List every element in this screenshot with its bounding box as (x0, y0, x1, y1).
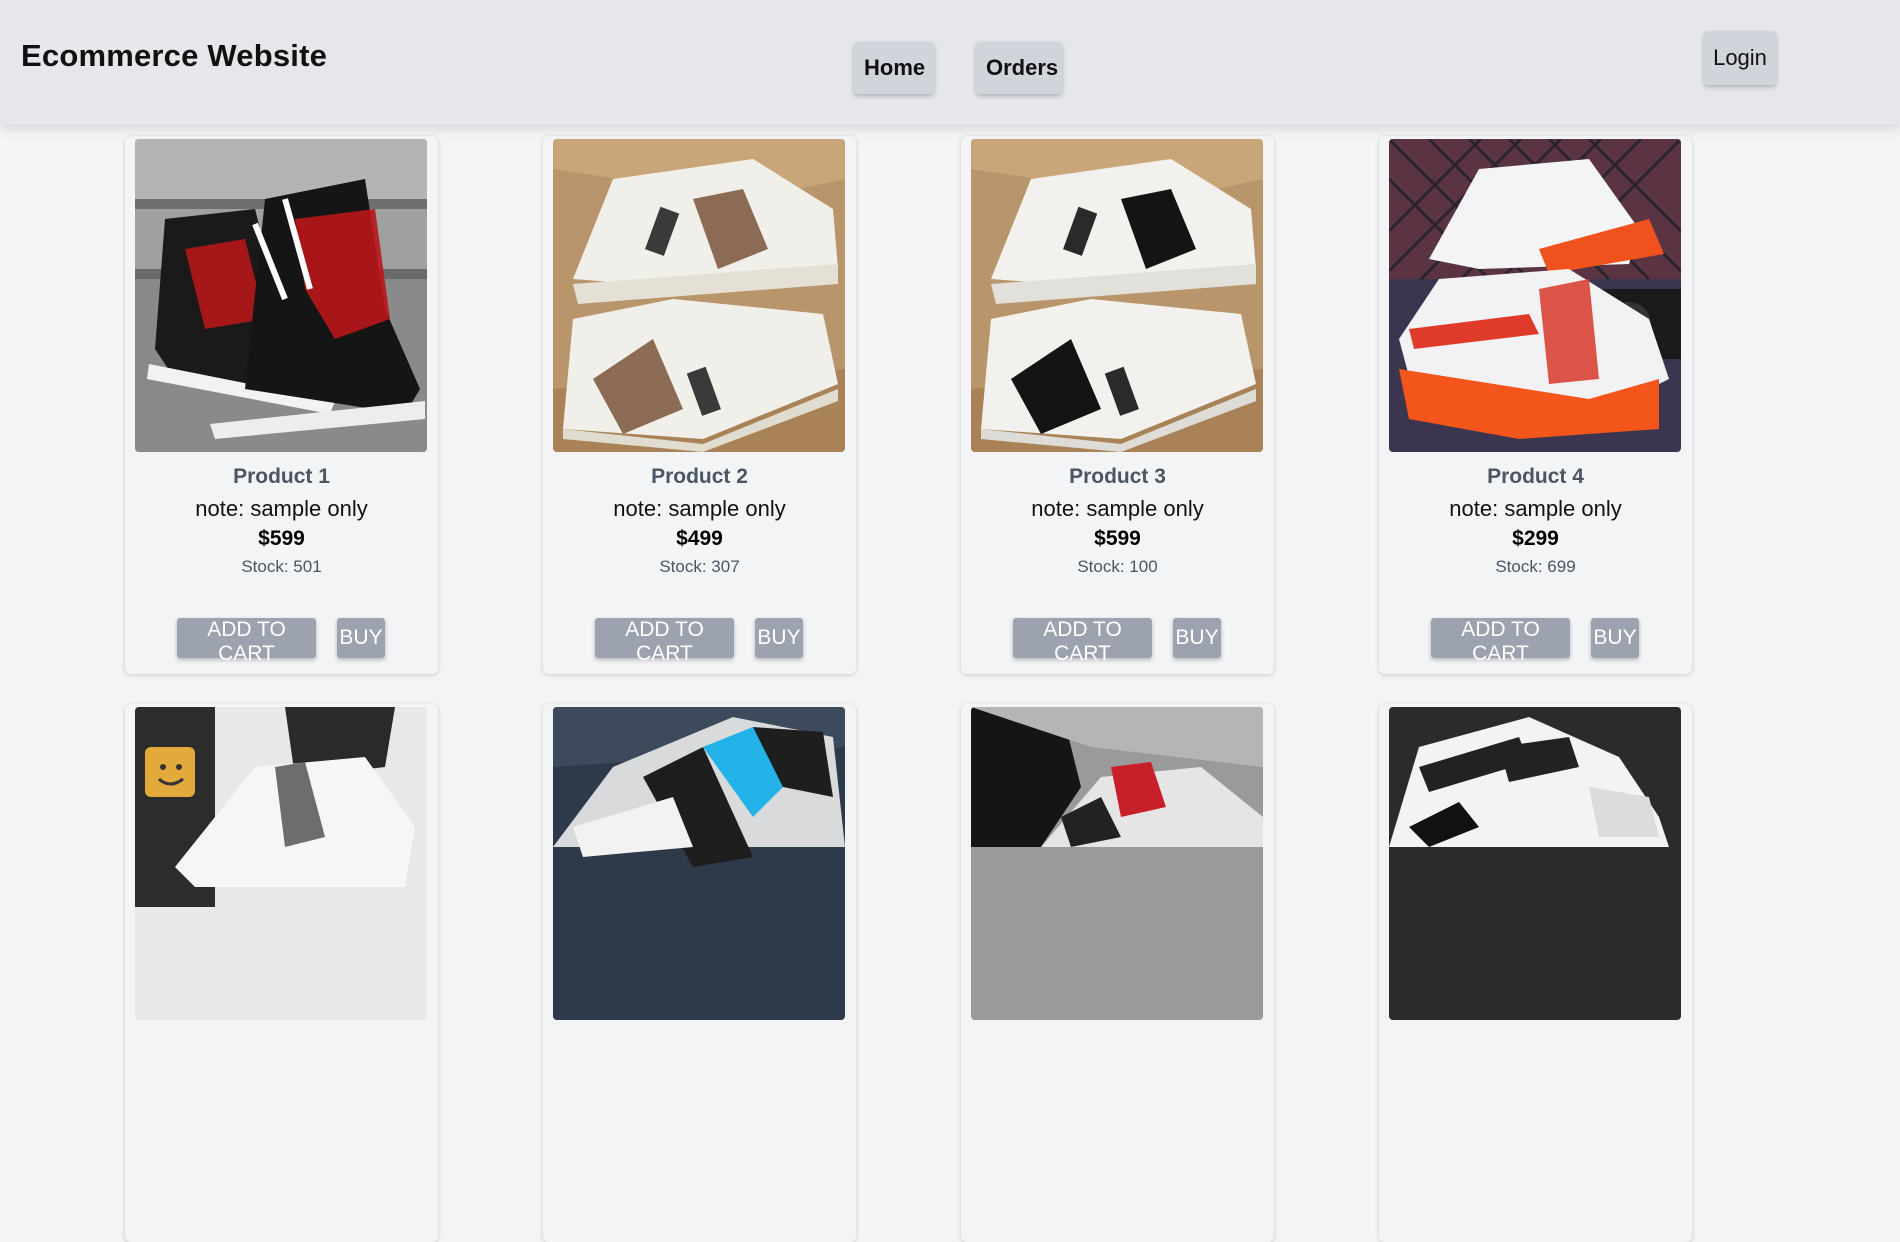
product-card: Product 3 note: sample only $599 Stock: … (961, 136, 1274, 674)
site-title[interactable]: Ecommerce Website (21, 38, 327, 74)
nav-home-button[interactable]: Home (854, 42, 934, 94)
nav-orders-button[interactable]: Orders (976, 42, 1062, 94)
product-image[interactable] (553, 139, 845, 452)
product-image[interactable] (135, 707, 427, 1020)
product-image[interactable] (971, 707, 1263, 1020)
product-note: note: sample only (613, 496, 786, 521)
product-name: Product 4 (1487, 465, 1584, 488)
site-header: Ecommerce Website Home Orders Login (0, 0, 1900, 124)
product-image[interactable] (971, 139, 1263, 452)
product-note: note: sample only (1449, 496, 1622, 521)
product-name: Product 2 (651, 465, 748, 488)
product-card (1379, 704, 1692, 1242)
login-button[interactable]: Login (1704, 31, 1776, 85)
add-to-cart-button[interactable]: ADD TO CART (1013, 618, 1152, 665)
product-image[interactable] (553, 707, 845, 1020)
product-card (125, 704, 438, 1242)
product-name: Product 1 (233, 465, 330, 488)
product-image[interactable] (1389, 139, 1681, 452)
product-card (543, 704, 856, 1242)
product-stock: Stock: 100 (1077, 557, 1158, 576)
product-stock: Stock: 699 (1495, 557, 1576, 576)
product-card: Product 2 note: sample only $499 Stock: … (543, 136, 856, 674)
buy-button[interactable]: BUY (337, 618, 385, 658)
add-to-cart-button[interactable]: ADD TO CART (177, 618, 316, 665)
product-card (961, 704, 1274, 1242)
product-image[interactable] (1389, 707, 1681, 1020)
product-stock: Stock: 501 (241, 557, 322, 576)
product-price: $499 (676, 527, 723, 550)
product-name: Product 3 (1069, 465, 1166, 488)
product-price: $599 (258, 527, 305, 550)
product-price: $599 (1094, 527, 1141, 550)
product-card: Product 4 note: sample only $299 Stock: … (1379, 136, 1692, 674)
buy-button[interactable]: BUY (1173, 618, 1221, 658)
product-note: note: sample only (1031, 496, 1204, 521)
buy-button[interactable]: BUY (1591, 618, 1639, 658)
product-card: Product 1 note: sample only $599 Stock: … (125, 136, 438, 674)
product-image[interactable] (135, 139, 427, 452)
product-note: note: sample only (195, 496, 368, 521)
buy-button[interactable]: BUY (755, 618, 803, 658)
product-grid: Product 1 note: sample only $599 Stock: … (0, 0, 1900, 1242)
add-to-cart-button[interactable]: ADD TO CART (1431, 618, 1570, 665)
product-price: $299 (1512, 527, 1559, 550)
add-to-cart-button[interactable]: ADD TO CART (595, 618, 734, 665)
product-stock: Stock: 307 (659, 557, 740, 576)
